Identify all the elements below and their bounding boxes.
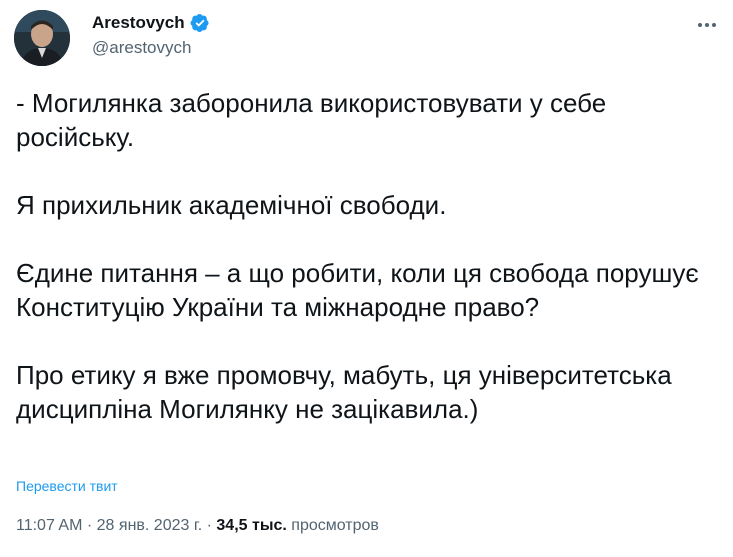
tweet-paragraph: Єдине питання – а що робити, коли ця сво… [16, 258, 706, 322]
tweet-meta: 11:07 AM · 28 янв. 2023 г. · 34,5 тыс. п… [16, 517, 379, 535]
avatar[interactable] [14, 10, 70, 66]
tweet: Arestovych @arestovych - Могилянка забор… [0, 0, 733, 557]
translate-link[interactable]: Перевести твит [16, 478, 118, 494]
avatar-image [14, 10, 70, 66]
more-horizontal-icon [698, 23, 716, 27]
tweet-date[interactable]: 28 янв. 2023 г. [97, 517, 203, 534]
more-button[interactable] [693, 14, 721, 36]
display-name[interactable]: Arestovych [92, 13, 185, 33]
verified-badge-icon [190, 13, 210, 33]
author-block: Arestovych @arestovych [92, 12, 210, 58]
name-row: Arestovych [92, 12, 210, 34]
handle[interactable]: @arestovych [92, 38, 210, 58]
tweet-time[interactable]: 11:07 AM [16, 517, 82, 534]
tweet-paragraph: Про етику я вже промовчу, мабуть, ця уні… [16, 360, 679, 424]
tweet-paragraph: - Могилянка заборонила використовувати у… [16, 88, 614, 152]
views-label: просмотров [291, 517, 379, 534]
tweet-paragraph: Я прихильник академічної свободи. [16, 190, 447, 220]
meta-separator: · [206, 517, 212, 534]
views-count: 34,5 тыс. [216, 517, 287, 534]
meta-separator: · [86, 517, 93, 534]
tweet-text: - Могилянка заборонила використовувати у… [16, 86, 721, 426]
